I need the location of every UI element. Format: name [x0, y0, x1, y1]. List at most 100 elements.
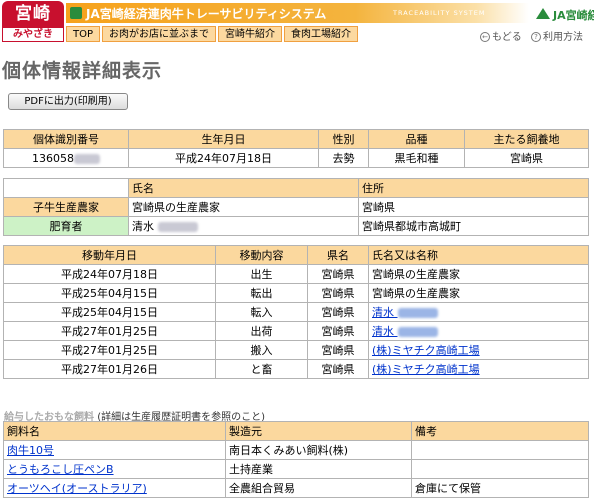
help-question-icon: ? [531, 32, 541, 42]
main-location: 宮崎県 [464, 148, 589, 168]
feed-link[interactable]: 肉牛10号 [7, 444, 54, 457]
fattener-address: 宮崎県都城市高城町 [358, 216, 589, 236]
move-type: 出生 [215, 264, 308, 284]
move-date: 平成24年07月18日 [3, 264, 216, 284]
move-type: 出荷 [215, 321, 308, 341]
pdf-export-button[interactable]: PDFに出力(印刷用) [8, 93, 128, 110]
table-row: オーツヘイ(オーストラリア) 全農組合貿易 倉庫にて保管 [3, 478, 589, 498]
feed-remarks [411, 459, 589, 479]
table-row: 平成25年04月15日 転出 宮崎県 宮崎県の生産農家 [3, 283, 589, 303]
cattle-info-table: 個体識別番号 生年月日 性別 品種 主たる飼養地 136058 平成24年07月… [3, 129, 589, 168]
move-prefecture: 宮崎県 [307, 321, 369, 341]
calf-producer-address: 宮崎県 [358, 197, 589, 217]
help-label: 利用方法 [543, 32, 583, 43]
feed-name-cell: 肉牛10号 [3, 440, 226, 460]
nav-miyazaki-beef[interactable]: 宮崎牛紹介 [218, 26, 283, 42]
move-date: 平成25年04月15日 [3, 302, 216, 322]
meat-plant-link[interactable]: (株)ミヤチク高崎工場 [372, 363, 480, 376]
feed-maker: 全農組合貿易 [225, 478, 412, 498]
fattener-link[interactable]: 清水 [372, 306, 438, 319]
table-row: 肉牛10号 南日本くみあい飼料(株) [3, 440, 589, 460]
table-row: 肥育者 清水 宮崎県都城市高城町 [3, 216, 589, 236]
feed-link[interactable]: とうもろこし圧ペンB [7, 463, 114, 476]
table-row: 平成24年07月18日 出生 宮崎県 宮崎県の生産農家 [3, 264, 589, 284]
calf-producer-label: 子牛生産農家 [3, 197, 129, 217]
id-redacted [74, 153, 100, 164]
back-link[interactable]: ← もどる [480, 28, 522, 43]
col-feed-name: 飼料名 [3, 421, 226, 441]
logo-bottom-text: みやざき [2, 27, 64, 42]
feed-table: 飼料名 製造元 備考 肉牛10号 南日本くみあい飼料(株) とうもろこし圧ペンB… [3, 421, 589, 498]
feed-name-cell: とうもろこし圧ペンB [3, 459, 226, 479]
col-address: 住所 [358, 178, 589, 198]
movement-history-table: 移動年月日 移動内容 県名 氏名又は名称 平成24年07月18日 出生 宮崎県 … [3, 245, 589, 379]
fattener-label: 肥育者 [3, 216, 129, 236]
table-header-row: 移動年月日 移動内容 県名 氏名又は名称 [3, 245, 589, 265]
move-type: と畜 [215, 359, 308, 379]
table-header-row: 飼料名 製造元 備考 [3, 421, 589, 441]
blank-header [3, 178, 129, 198]
col-birth-date: 生年月日 [128, 129, 319, 149]
help-link[interactable]: ? 利用方法 [531, 28, 583, 43]
move-type: 搬入 [215, 340, 308, 360]
feed-maker: 土持産業 [225, 459, 412, 479]
breed: 黒毛和種 [368, 148, 465, 168]
table-row: 136058 平成24年07月18日 去勢 黒毛和種 宮崎県 [3, 148, 589, 168]
link-text: 清水 [372, 325, 394, 338]
title-bar: JA宮崎経済連肉牛トレーサビリティシステム TRACEABILITY SYSTE… [66, 3, 594, 23]
feed-link[interactable]: オーツヘイ(オーストラリア) [7, 482, 147, 495]
back-label: もどる [492, 32, 522, 43]
move-prefecture: 宮崎県 [307, 359, 369, 379]
move-prefecture: 宮崎県 [307, 340, 369, 360]
move-date: 平成27年01月25日 [3, 321, 216, 341]
back-arrow-icon: ← [480, 32, 490, 42]
nav-meat-plant[interactable]: 食肉工場紹介 [284, 26, 359, 42]
move-name-cell: 清水 [368, 321, 589, 341]
name-redacted [157, 222, 198, 232]
nav-top[interactable]: TOP [66, 26, 101, 42]
col-id-number: 個体識別番号 [3, 129, 129, 149]
main-nav: TOP お肉がお店に並ぶまで 宮崎牛紹介 食肉工場紹介 [66, 26, 360, 42]
nav-store-flow[interactable]: お肉がお店に並ぶまで [102, 26, 217, 42]
col-sex: 性別 [318, 129, 369, 149]
move-date: 平成27年01月25日 [3, 340, 216, 360]
col-name: 氏名 [128, 178, 359, 198]
move-type: 転出 [215, 283, 308, 303]
table-header-row: 氏名 住所 [3, 178, 589, 198]
col-remarks: 備考 [411, 421, 589, 441]
table-header-row: 個体識別番号 生年月日 性別 品種 主たる飼養地 [3, 129, 589, 149]
app-header: 宮崎 みやざき JA宮崎経済連肉牛トレーサビリティシステム TRACEABILI… [0, 0, 594, 45]
app-title: JA宮崎経済連肉牛トレーサビリティシステム [86, 7, 327, 21]
feed-name-cell: オーツヘイ(オーストラリア) [3, 478, 226, 498]
fattener-link[interactable]: 清水 [372, 325, 438, 338]
ja-brand-icon [536, 8, 550, 19]
fattener-name-cell: 清水 [128, 216, 359, 236]
feed-remarks [411, 440, 589, 460]
page-title: 個体情報詳細表示 [2, 60, 163, 82]
move-prefecture: 宮崎県 [307, 264, 369, 284]
meat-plant-link[interactable]: (株)ミヤチク高崎工場 [372, 344, 480, 357]
col-maker: 製造元 [225, 421, 412, 441]
link-text: 清水 [372, 306, 394, 319]
move-name-cell: 清水 [368, 302, 589, 322]
col-move-type: 移動内容 [215, 245, 308, 265]
move-prefecture: 宮崎県 [307, 283, 369, 303]
app-subtitle: TRACEABILITY SYSTEM [393, 9, 486, 17]
name-redacted [397, 308, 438, 318]
move-name-cell: (株)ミヤチク高崎工場 [368, 359, 589, 379]
col-name-or-company: 氏名又は名称 [368, 245, 589, 265]
calf-producer-name: 宮崎県の生産農家 [128, 197, 359, 217]
miyazaki-logo[interactable]: 宮崎 みやざき [2, 1, 64, 43]
move-name: 宮崎県の生産農家 [368, 264, 589, 284]
col-breed: 品種 [368, 129, 465, 149]
table-row: 平成25年04月15日 転入 宮崎県 清水 [3, 302, 589, 322]
col-main-location: 主たる飼養地 [464, 129, 589, 149]
move-date: 平成27年01月26日 [3, 359, 216, 379]
table-row: 子牛生産農家 宮崎県の生産農家 宮崎県 [3, 197, 589, 217]
move-name-cell: (株)ミヤチク高崎工場 [368, 340, 589, 360]
col-prefecture: 県名 [307, 245, 369, 265]
fattener-name: 清水 [132, 220, 154, 233]
move-prefecture: 宮崎県 [307, 302, 369, 322]
table-row: 平成27年01月26日 と畜 宮崎県 (株)ミヤチク高崎工場 [3, 359, 589, 379]
move-name: 宮崎県の生産農家 [368, 283, 589, 303]
